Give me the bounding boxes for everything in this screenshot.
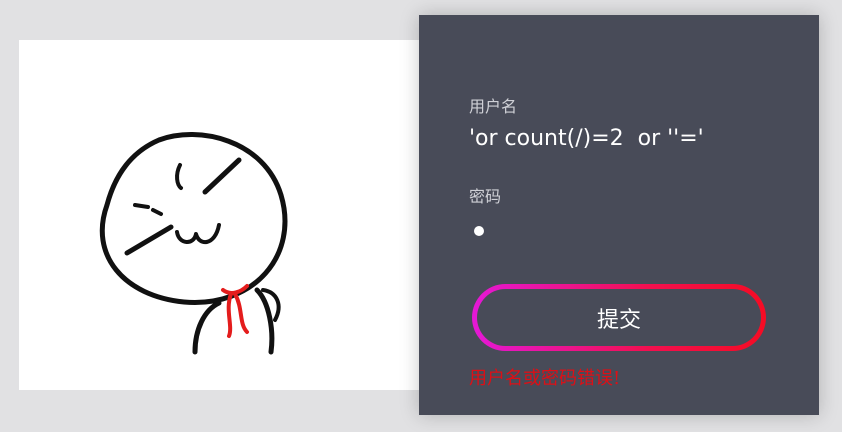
error-message: 用户名或密码错误! [469, 368, 621, 389]
login-page: 用户名 密码 提交 用户名或密码错误! [0, 0, 842, 432]
username-label: 用户名 [469, 97, 518, 116]
password-mask-dot [474, 226, 484, 236]
username-input[interactable] [469, 121, 789, 155]
password-label: 密码 [469, 187, 502, 206]
login-panel: 用户名 密码 提交 用户名或密码错误! [419, 15, 819, 415]
password-input[interactable] [469, 221, 509, 241]
submit-button[interactable]: 提交 [472, 284, 766, 351]
smug-stick-figure-icon [99, 132, 288, 355]
illustration-card [19, 40, 439, 390]
submit-button-label: 提交 [477, 289, 761, 346]
